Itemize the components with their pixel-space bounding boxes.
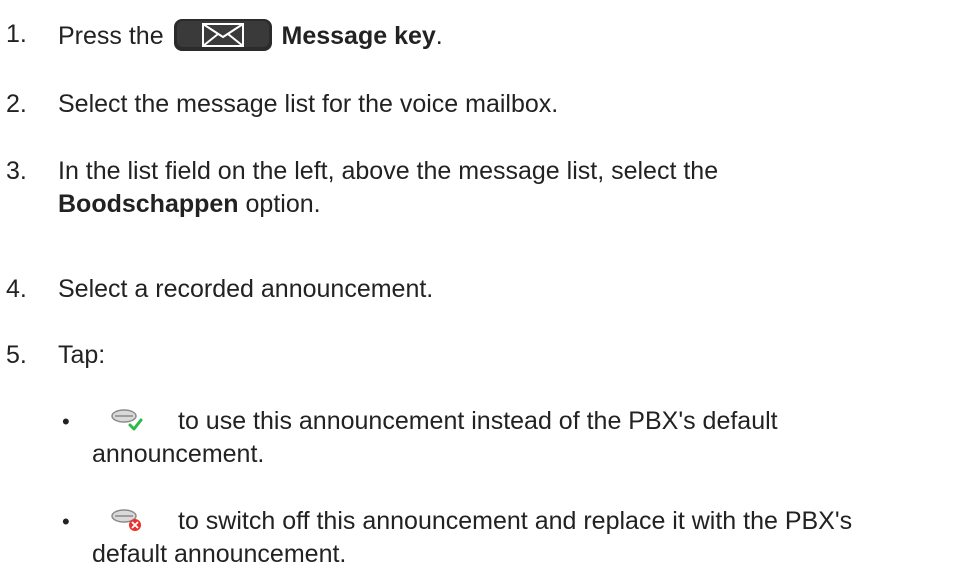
message-key-label: Message key	[281, 22, 436, 50]
step-number: 1.	[6, 20, 27, 48]
step-number: 4.	[6, 275, 27, 303]
announcement-deactivate-icon	[111, 509, 141, 531]
step-text-suffix: option.	[238, 190, 321, 218]
bullet-text-line1: to switch off this announcement and repl…	[178, 507, 853, 535]
step-number: 5.	[6, 341, 27, 369]
step-number: 2.	[6, 90, 27, 118]
bullet-marker: •	[62, 409, 70, 434]
bullet-marker: •	[62, 509, 70, 534]
step-text-line2: Boodschappen option.	[58, 188, 321, 221]
boodschappen-option-label: Boodschappen	[58, 190, 239, 218]
step-text: Press the Message key.	[58, 18, 443, 53]
envelope-key-icon	[173, 19, 272, 51]
bullet-text-line2: announcement.	[92, 440, 265, 468]
step-text: Tap:	[58, 341, 106, 369]
bullet-text-line2: default announcement.	[92, 540, 347, 568]
step-text-suffix: .	[435, 22, 443, 50]
step-text: Select the message list for the voice ma…	[58, 90, 559, 118]
step-text-line1: In the list field on the left, above the…	[58, 157, 719, 185]
step-number: 3.	[6, 157, 27, 185]
step-text: Select a recorded announcement.	[58, 275, 434, 303]
step-text-prefix: Press the	[58, 22, 164, 50]
announcement-activate-icon	[111, 409, 143, 431]
bullet-text-line1: to use this announcement instead of the …	[178, 407, 778, 435]
